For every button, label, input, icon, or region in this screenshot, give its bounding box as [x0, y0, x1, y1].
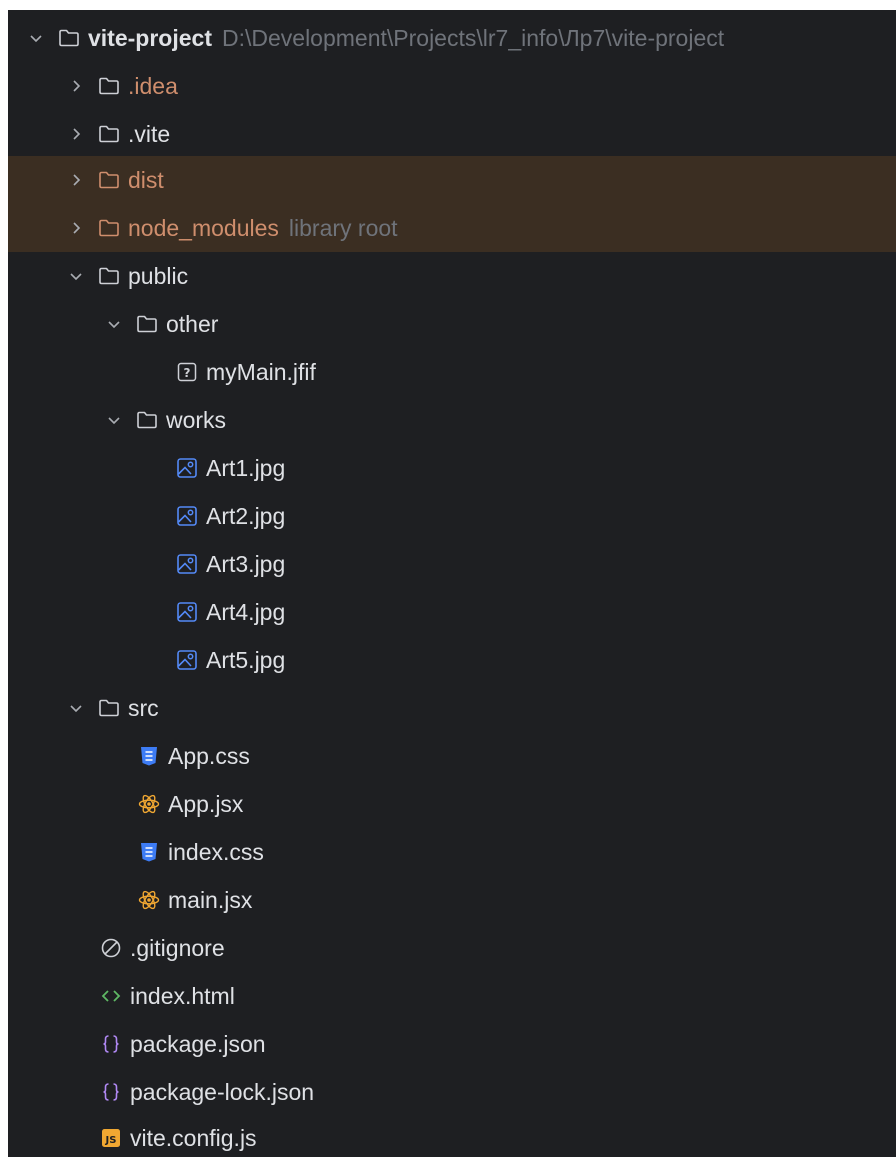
image-file-icon — [174, 503, 200, 529]
image-file-icon — [174, 599, 200, 625]
tree-label: vite.config.js — [130, 1124, 257, 1151]
tree-label: dist — [128, 166, 164, 193]
tree-label: public — [128, 262, 189, 289]
tree-label: Art5.jpg — [206, 646, 286, 673]
tree-row-works[interactable]: works — [102, 396, 896, 444]
chevron-down-icon[interactable] — [64, 696, 88, 720]
react-file-icon — [136, 887, 162, 913]
unknown-file-icon: ? — [174, 359, 200, 385]
tree-row-index-css[interactable]: index.css — [136, 828, 896, 876]
css-file-icon — [136, 743, 162, 769]
tree-label: .vite — [128, 120, 171, 147]
folder-icon — [134, 311, 160, 337]
tree-row-node-modules[interactable]: node_modules library root — [8, 204, 896, 252]
tree-row-main-jsx[interactable]: main.jsx — [136, 876, 896, 924]
react-file-icon — [136, 791, 162, 817]
svg-text:?: ? — [184, 366, 191, 380]
tree-row-vite-project[interactable]: vite-project D:\Development\Projects\lr7… — [24, 14, 896, 62]
tree-label: other — [166, 310, 219, 337]
tree-row-art1-jpg[interactable]: Art1.jpg — [174, 444, 896, 492]
js-file-icon: JS — [98, 1125, 124, 1151]
tree-row-src[interactable]: src — [64, 684, 896, 732]
svg-text:JS: JS — [105, 1135, 117, 1146]
tree-row-other[interactable]: other — [102, 300, 896, 348]
chevron-down-icon[interactable] — [64, 264, 88, 288]
folder-icon — [96, 73, 122, 99]
tree-row-vite-config-js[interactable]: JS vite.config.js — [98, 1114, 896, 1157]
tree-label: package.json — [130, 1030, 266, 1057]
folder-icon — [96, 167, 122, 193]
tree-label: App.jsx — [168, 790, 244, 817]
tree-row-index-html[interactable]: index.html — [98, 972, 896, 1020]
tree-row-art2-jpg[interactable]: Art2.jpg — [174, 492, 896, 540]
chevron-right-icon[interactable] — [64, 216, 88, 240]
tree-row-art3-jpg[interactable]: Art3.jpg — [174, 540, 896, 588]
tree-row-public[interactable]: public — [64, 252, 896, 300]
folder-icon — [96, 121, 122, 147]
tree-row-idea[interactable]: .idea — [64, 62, 896, 110]
tree-label: .gitignore — [130, 934, 225, 961]
tree-label: Art1.jpg — [206, 454, 286, 481]
tree-row-package-json[interactable]: package.json — [98, 1020, 896, 1068]
tree-row-mymain-jfif[interactable]: ? myMain.jfif — [174, 348, 896, 396]
image-file-icon — [174, 551, 200, 577]
tree-row-app-css[interactable]: App.css — [136, 732, 896, 780]
folder-icon — [96, 215, 122, 241]
folder-icon — [134, 407, 160, 433]
tree-label: main.jsx — [168, 886, 253, 913]
tree-label: Art2.jpg — [206, 502, 286, 529]
tree-label: node_modules — [128, 214, 279, 241]
folder-icon — [96, 263, 122, 289]
library-root-hint: library root — [288, 214, 398, 241]
tree-row-gitignore[interactable]: .gitignore — [98, 924, 896, 972]
tree-label: Art3.jpg — [206, 550, 286, 577]
tree-label: myMain.jfif — [206, 358, 316, 385]
css-file-icon — [136, 839, 162, 865]
tree-label: works — [166, 406, 227, 433]
chevron-right-icon[interactable] — [64, 74, 88, 98]
chevron-down-icon[interactable] — [102, 408, 126, 432]
tree-row-app-jsx[interactable]: App.jsx — [136, 780, 896, 828]
tree-row-art5-jpg[interactable]: Art5.jpg — [174, 636, 896, 684]
tree-row-art4-jpg[interactable]: Art4.jpg — [174, 588, 896, 636]
image-file-icon — [174, 647, 200, 673]
tree-label: vite-project — [88, 24, 212, 51]
image-file-icon — [174, 455, 200, 481]
chevron-down-icon[interactable] — [102, 312, 126, 336]
tree-row-vite[interactable]: .vite — [64, 110, 896, 158]
ignore-file-icon — [98, 935, 124, 961]
tree-label: package-lock.json — [130, 1078, 315, 1105]
tree-label: .idea — [128, 72, 178, 99]
tree-label: index.css — [168, 838, 264, 865]
project-path: D:\Development\Projects\lr7_info\Лр7\vit… — [221, 24, 725, 51]
folder-icon — [56, 25, 82, 51]
json-file-icon — [98, 1079, 124, 1105]
html-file-icon — [98, 983, 124, 1009]
project-tree: vite-project D:\Development\Projects\lr7… — [8, 10, 896, 1157]
tree-row-package-lock-json[interactable]: package-lock.json — [98, 1068, 896, 1116]
chevron-right-icon[interactable] — [64, 122, 88, 146]
folder-icon — [96, 695, 122, 721]
chevron-right-icon[interactable] — [64, 168, 88, 192]
chevron-down-icon[interactable] — [24, 26, 48, 50]
tree-label: index.html — [130, 982, 235, 1009]
tree-label: App.css — [168, 742, 250, 769]
json-file-icon — [98, 1031, 124, 1057]
tree-row-dist[interactable]: dist — [8, 156, 896, 204]
tree-label: Art4.jpg — [206, 598, 286, 625]
tree-label: src — [128, 694, 159, 721]
